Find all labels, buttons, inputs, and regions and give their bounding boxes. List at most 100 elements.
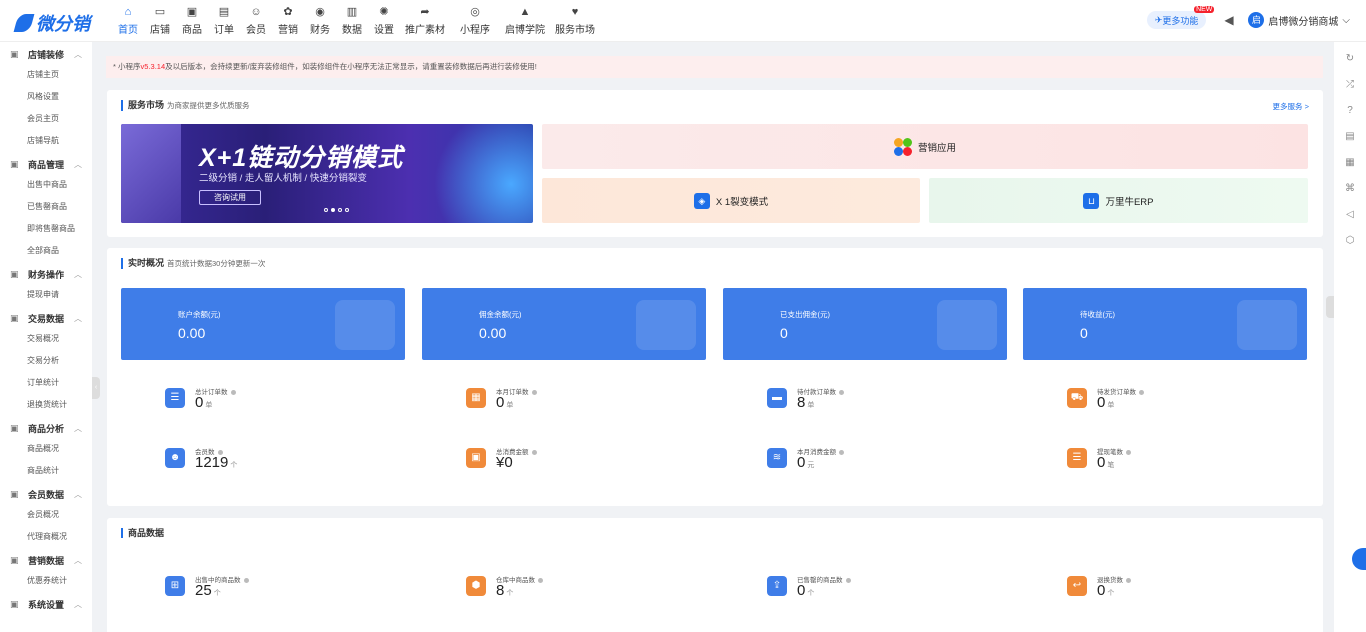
sidebar-group[interactable]: ▣ 商品管理 ︿ [0, 154, 92, 174]
nav-goods[interactable]: ▣ 商品 [176, 0, 208, 42]
info-icon[interactable] [839, 449, 844, 455]
shop-icon: ▭ [154, 5, 166, 18]
nav-label: 设置 [374, 24, 394, 36]
info-icon[interactable] [1126, 449, 1131, 455]
shop-switcher[interactable]: 启启博微分销商城 ⌵ [1248, 12, 1350, 28]
tile-wanliniu-erp[interactable]: ⊔ 万里牛ERP [929, 178, 1308, 223]
stat-card-illustration [335, 300, 395, 350]
right-rail-handle[interactable] [1326, 296, 1334, 318]
metric-value: 8单 [797, 395, 814, 414]
stat-value: 0.00 [178, 325, 206, 341]
logo-icon [13, 14, 35, 32]
carousel-dot[interactable] [331, 208, 335, 212]
sidebar-item[interactable]: 店铺导航 [0, 130, 92, 152]
return-icon: ↩ [1067, 576, 1087, 596]
info-icon[interactable] [1126, 577, 1131, 583]
metric-item: ⇪ 已售罄的商品数 0 个 [767, 574, 967, 604]
metric-unit: 笔 [1107, 462, 1115, 469]
nav-settings[interactable]: ✺ 设置 [368, 0, 400, 42]
more-features-label: 更多功能 [1162, 15, 1199, 26]
sidebar-item[interactable]: 提现申请 [0, 284, 92, 306]
nav-member[interactable]: ☺ 会员 [240, 0, 272, 42]
nav-academy[interactable]: ▲ 启博学院 [500, 0, 550, 42]
chevron-up-icon: ︿ [74, 269, 82, 279]
doc-search-icon[interactable]: ▦ [1334, 150, 1366, 176]
metric-item: ▦ 本月订单数 0 单 [466, 386, 666, 416]
truck-icon: ⛟ [1067, 388, 1087, 408]
sidebar-item[interactable]: 出售中商品 [0, 174, 92, 196]
more-services-link[interactable]: 更多服务 > [1273, 101, 1309, 112]
sidebar-item[interactable]: 代理商概况 [0, 526, 92, 548]
sidebar-group[interactable]: ▣ 系统设置 ︿ [0, 594, 92, 614]
sidebar-group[interactable]: ▣ 财务操作 ︿ [0, 264, 92, 284]
help-icon[interactable]: ? [1334, 98, 1366, 124]
sidebar-item[interactable]: 交易分析 [0, 350, 92, 372]
notification-speaker-icon[interactable]: ◀ [1224, 13, 1238, 27]
nav-order[interactable]: ▤ 订单 [208, 0, 240, 42]
sidebar-item[interactable]: 优惠券统计 [0, 570, 92, 592]
info-icon[interactable] [839, 389, 844, 395]
nav-home[interactable]: ⌂ 首页 [112, 0, 144, 42]
sidebar-item[interactable]: 全部商品 [0, 240, 92, 262]
sidebar-item[interactable]: 订单统计 [0, 372, 92, 394]
sidebar-item[interactable]: 商品统计 [0, 460, 92, 482]
sidebar-group[interactable]: ▣ 营销数据 ︿ [0, 550, 92, 570]
carousel-dot[interactable] [345, 208, 349, 212]
metric-value-text: 0 [496, 394, 505, 411]
realtime-overview-card: 实时概况 首页统计数据30分钟更新一次 账户余额(元) 0.00 佣金余额(元) 0.0… [107, 248, 1323, 506]
carousel-dot[interactable] [338, 208, 342, 212]
finance-icon: ◉ [315, 5, 325, 18]
info-icon[interactable] [531, 389, 537, 395]
sidebar-item[interactable]: 商品概况 [0, 438, 92, 460]
sidebar: ▣ 店铺装修 ︿ 店铺主页 风格设置 会员主页 店铺导航 ▣ 商品管理 ︿ 出售中商品 已售罄商品 即将… [0, 42, 92, 632]
tile-marketing-apps[interactable]: 营销应用 [542, 124, 1308, 169]
info-icon[interactable] [531, 449, 537, 455]
sidebar-group[interactable]: ▣ 会员数据 ︿ [0, 484, 92, 504]
carousel-dot[interactable] [324, 208, 328, 212]
app-logo[interactable]: 微分销 [13, 10, 90, 36]
nav-label: 首页 [118, 24, 138, 36]
erp-logo-icon: ⊔ [1083, 192, 1100, 209]
nav-service-market[interactable]: ♥ 服务市场 [550, 0, 600, 42]
sidebar-item[interactable]: 风格设置 [0, 86, 92, 108]
promo-banner[interactable]: X+1链动分销模式 二级分销 / 走人留人机制 / 快速分销裂变 咨询试用 [121, 124, 533, 223]
info-icon[interactable] [230, 389, 236, 395]
sidebar-item[interactable]: 会员主页 [0, 108, 92, 130]
tile-x1-fission[interactable]: ◈ X 1裂变模式 [542, 178, 920, 223]
refresh-icon[interactable]: ↻ [1334, 46, 1366, 72]
more-features-button[interactable]: ✈ 更多功能 NEW [1146, 6, 1215, 29]
nav-data[interactable]: ▥ 数据 [336, 0, 368, 42]
sidebar-group[interactable]: ▣ 店铺装修 ︿ [0, 44, 92, 64]
nav-finance[interactable]: ◉ 财务 [304, 0, 336, 42]
service-market-icon: ♥ [571, 5, 579, 18]
info-icon[interactable] [243, 577, 249, 583]
consult-trial-button[interactable]: 咨询试用 [199, 190, 261, 205]
metric-value: 0个 [1097, 583, 1114, 602]
nav-marketing[interactable]: ✿ 营销 [272, 0, 304, 42]
sidebar-collapse-handle[interactable]: ‹ [92, 377, 100, 399]
metric-value-text: 0 [195, 394, 204, 411]
metric-unit: 个 [1107, 590, 1115, 597]
info-icon[interactable] [845, 577, 851, 583]
sidebar-group[interactable]: ▣ 交易数据 ︿ [0, 308, 92, 328]
nav-shop[interactable]: ▭ 店铺 [144, 0, 176, 42]
sidebar-item[interactable]: 店铺主页 [0, 64, 92, 86]
sidebar-item[interactable]: 退换货统计 [0, 394, 92, 416]
upgrade-notice: * 小程序v5.3.14及以后版本，会持续更新/废弃装修组件，如装修组件在小程序… [106, 56, 1323, 78]
puzzle-icon[interactable]: ⬡ [1334, 228, 1366, 254]
shuffle-icon[interactable]: ⤮ [1334, 72, 1366, 98]
speaker-icon[interactable]: ◁ [1334, 202, 1366, 228]
sidebar-item[interactable]: 交易概况 [0, 328, 92, 350]
sidebar-item[interactable]: 即将售罄商品 [0, 218, 92, 240]
service-market-subtitle: 为商家提供更多优质服务 [167, 101, 250, 110]
sidebar-item[interactable]: 已售罄商品 [0, 196, 92, 218]
sidebar-item[interactable]: 会员概况 [0, 504, 92, 526]
sidebar-group[interactable]: ▣ 商品分析 ︿ [0, 418, 92, 438]
grid-icon[interactable]: ⌘ [1334, 176, 1366, 202]
nav-share[interactable]: ➦ 推广素材 [400, 0, 450, 42]
info-icon[interactable] [538, 577, 543, 583]
nav-miniprogram[interactable]: ◎ 小程序 [450, 0, 500, 42]
info-icon[interactable] [1139, 389, 1144, 395]
document-icon[interactable]: ▤ [1334, 124, 1366, 150]
chevron-up-icon: ︿ [74, 159, 82, 169]
